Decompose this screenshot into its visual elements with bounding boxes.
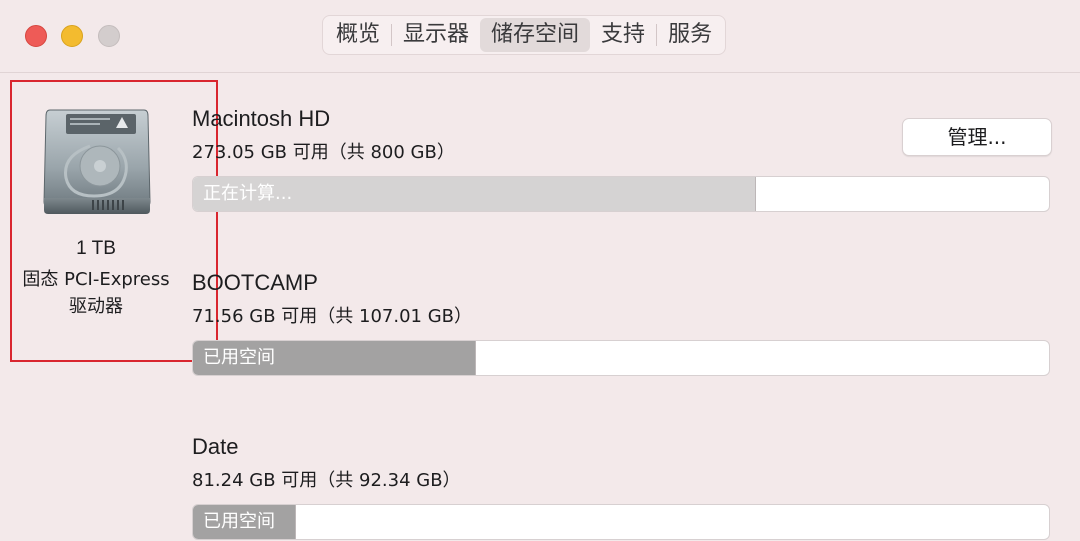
volume-name: Date xyxy=(192,434,239,459)
tab-support[interactable]: 支持 xyxy=(590,18,656,52)
close-icon[interactable] xyxy=(25,25,47,47)
volume-capacity: 81.24 GB 可用（共 92.34 GB） xyxy=(192,470,461,491)
zoom-icon[interactable] xyxy=(98,25,120,47)
tab-displays[interactable]: 显示器 xyxy=(392,18,480,52)
tab-bar: 概览 显示器 储存空间 支持 服务 xyxy=(322,15,727,55)
storage-bar-label: 已用空间 xyxy=(203,347,275,368)
storage-bar: 已用空间 xyxy=(192,504,1050,540)
storage-bar-label: 已用空间 xyxy=(203,511,275,532)
tab-service[interactable]: 服务 xyxy=(657,18,723,52)
manage-button[interactable]: 管理... xyxy=(902,118,1052,156)
drive-capacity: 1 TB xyxy=(76,238,116,259)
title-bar: 概览 显示器 储存空间 支持 服务 xyxy=(0,0,1080,73)
drive-type: 固态 PCI-Express xyxy=(22,269,170,290)
volume-capacity: 71.56 GB 可用（共 107.01 GB） xyxy=(192,306,472,327)
storage-bar-label: 正在计算... xyxy=(203,183,293,204)
tab-storage[interactable]: 储存空间 xyxy=(480,18,591,52)
volume-name: Macintosh HD xyxy=(192,106,331,131)
storage-bar: 已用空间 xyxy=(192,340,1050,376)
volume-name: BOOTCAMP xyxy=(192,270,318,295)
storage-bar: 正在计算... xyxy=(192,176,1050,212)
tab-overview[interactable]: 概览 xyxy=(325,18,391,52)
hard-drive-icon xyxy=(43,109,151,214)
drive-type-suffix: 驱动器 xyxy=(69,296,123,317)
volume-capacity: 273.05 GB 可用（共 800 GB） xyxy=(192,142,455,163)
minimize-icon[interactable] xyxy=(61,25,83,47)
